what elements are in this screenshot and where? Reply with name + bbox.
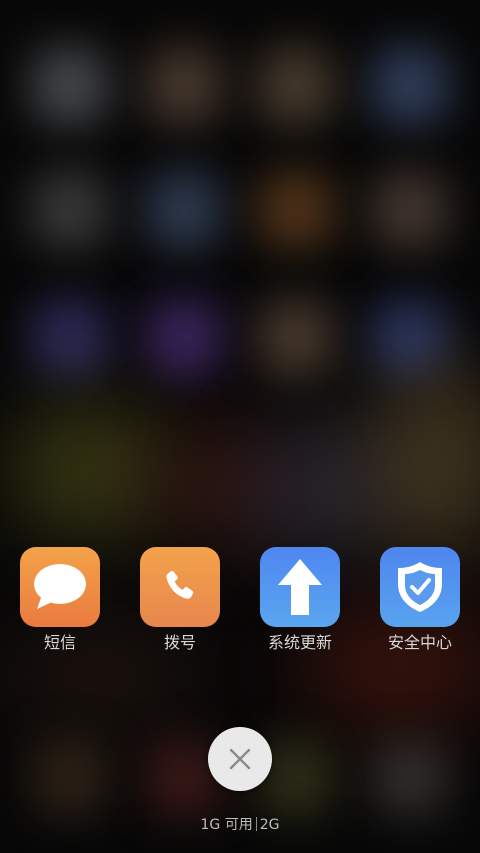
blurred-app-icon [146,172,222,248]
close-icon [229,748,251,770]
memory-available: 1G 可用 [200,817,253,833]
app-label: 系统更新 [267,633,332,652]
blurred-app-icon [372,172,448,248]
blurred-background [0,0,480,853]
recent-app-dialer[interactable]: 拨号 [140,547,220,653]
wallpaper-glow [10,400,170,540]
app-label: 安全中心 [387,633,452,652]
shield-check-icon [398,562,442,612]
recent-app-security-center[interactable]: 安全中心 [380,547,460,653]
sms-app-tile[interactable] [20,547,100,627]
blurred-app-icon [32,300,108,376]
memory-status: 1G 可用 2G [0,815,480,835]
phone-handset-icon [166,570,194,599]
blurred-app-icon [258,48,334,124]
blurred-app-icon [258,172,334,248]
blurred-app-icon [372,48,448,124]
dialer-app-tile[interactable] [140,547,220,627]
blurred-app-icon [146,48,222,124]
recent-app-system-update[interactable]: 系统更新 [260,547,340,653]
clear-recents-button[interactable] [208,727,272,791]
blurred-app-icon [32,172,108,248]
app-label: 拨号 [163,633,196,652]
blurred-app-icon [372,740,448,816]
recent-app-sms[interactable]: 短信 [20,547,100,653]
blurred-app-icon [258,300,334,376]
up-arrow-icon [278,559,322,615]
memory-total: 2G [259,817,280,833]
security-center-app-tile[interactable] [380,547,460,627]
memory-divider [255,817,257,831]
app-label: 短信 [43,633,76,652]
blurred-app-icon [146,300,222,376]
blurred-app-icon [32,48,108,124]
system-update-app-tile[interactable] [260,547,340,627]
blurred-app-icon [32,740,108,816]
message-bubble-icon [34,564,86,609]
